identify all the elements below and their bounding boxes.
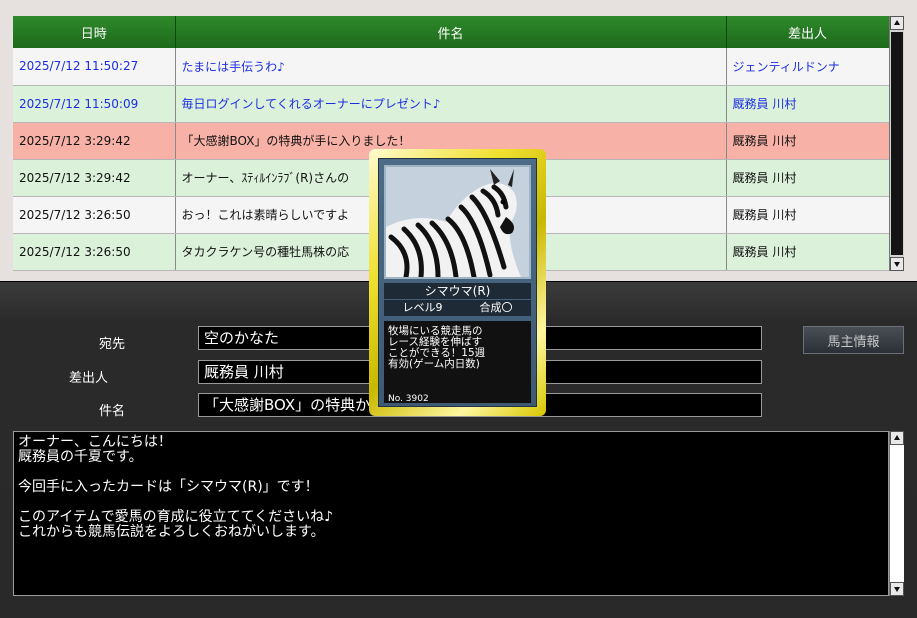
- owner-info-button[interactable]: 馬主情報: [803, 326, 904, 354]
- mail-datetime: 2025/7/12 3:26:50: [13, 233, 176, 272]
- mail-subject-head: オーナー、ｽﾃｨﾙｲﾝﾗﾌﾞ(R)さんの: [181, 171, 350, 186]
- scrollbar-thumb[interactable]: [891, 32, 903, 255]
- to-label: 宛先: [98, 337, 125, 352]
- mail-datetime: 2025/7/12 3:26:50: [13, 196, 176, 234]
- mail-sender: 厩務員 川村: [726, 233, 890, 272]
- message-scrollbar[interactable]: [889, 431, 904, 596]
- scroll-up-arrow-icon[interactable]: [890, 16, 904, 30]
- subject-label: 件名: [98, 404, 125, 419]
- mail-subject: 毎日ログインしてくれるオーナーにプレゼント♪: [175, 85, 727, 123]
- mail-row[interactable]: 2025/7/12 11:50:09 毎日ログインしてくれるオーナーにプレゼント…: [13, 85, 890, 123]
- column-header-subject[interactable]: 件名: [175, 16, 727, 48]
- zebra-image: [384, 165, 531, 279]
- card-level: レベル9: [402, 301, 443, 314]
- mail-subject: たまには手伝うわ♪: [175, 48, 727, 86]
- mail-datetime: 2025/7/12 11:50:09: [13, 85, 176, 123]
- card-frame: シマウマ(R) レベル9 合成〇 牧場にいる競走馬の レース経験を伸ばす ことが…: [378, 158, 537, 407]
- scroll-down-arrow-icon[interactable]: [890, 257, 904, 271]
- from-label: 差出人: [68, 371, 108, 386]
- scroll-down-arrow-icon[interactable]: [890, 582, 904, 596]
- scroll-up-arrow-icon[interactable]: [890, 431, 904, 445]
- mail-sender: 厩務員 川村: [726, 196, 890, 234]
- mail-datetime: 2025/7/12 11:50:27: [13, 48, 176, 86]
- mail-sender: 厩務員 川村: [726, 85, 890, 123]
- column-header-sender[interactable]: 差出人: [726, 16, 890, 48]
- mail-datetime: 2025/7/12 3:29:42: [13, 159, 176, 197]
- mail-sender: 厩務員 川村: [726, 122, 890, 160]
- card-name: シマウマ(R): [384, 283, 531, 299]
- mail-sender: 厩務員 川村: [726, 159, 890, 197]
- mail-list-scrollbar[interactable]: [889, 16, 904, 271]
- mail-sender: ジェンティルドンナ: [726, 48, 890, 86]
- item-card-popup: シマウマ(R) レベル9 合成〇 牧場にいる競走馬の レース経験を伸ばす ことが…: [369, 149, 546, 416]
- column-header-datetime[interactable]: 日時: [13, 16, 176, 48]
- card-description: 牧場にいる競走馬の レース経験を伸ばす ことができる！15週 有効(ゲーム内日数…: [384, 321, 531, 403]
- card-number: No. 3902: [388, 394, 429, 404]
- mail-table-header: 日時 件名 差出人: [13, 16, 890, 48]
- card-synthesis: 合成〇: [479, 301, 513, 314]
- mail-row[interactable]: 2025/7/12 11:50:27 たまには手伝うわ♪ ジェンティルドンナ: [13, 48, 890, 86]
- card-level-row: レベル9 合成〇: [384, 300, 531, 316]
- card-description-text: 牧場にいる競走馬の レース経験を伸ばす ことができる！15週 有効(ゲーム内日数…: [388, 325, 486, 370]
- mail-datetime: 2025/7/12 3:29:42: [13, 122, 176, 160]
- message-body[interactable]: オーナー、こんにちは！ 厩務員の千夏です。 今回手に入ったカードは「シマウマ(R…: [13, 431, 889, 596]
